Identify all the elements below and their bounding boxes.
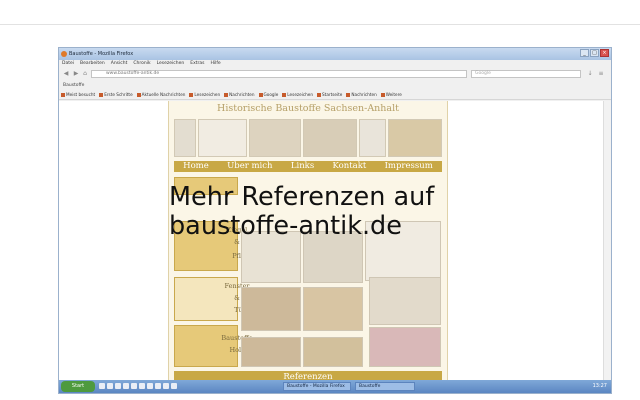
quicklaunch-icon[interactable]	[107, 383, 113, 389]
quicklaunch-icon[interactable]	[139, 383, 145, 389]
taskbar-clock: 13:27	[592, 383, 607, 389]
quicklaunch-icon[interactable]	[115, 383, 121, 389]
bookmark-item[interactable]: Lesezeichen	[189, 90, 220, 99]
firefox-icon	[61, 51, 67, 57]
close-icon[interactable]: ×	[600, 49, 609, 57]
website-page: Historische Baustoffe Sachsen-Anhalt Hom…	[168, 101, 448, 383]
taskbar-item-baustoffe[interactable]: Baustoffe	[355, 382, 415, 391]
bookmark-icon	[224, 92, 229, 97]
bookmark-icon	[282, 92, 287, 97]
nav-links[interactable]: Links	[291, 161, 314, 172]
title-bar: Baustoffe - Mozilla Firefox _ □ ×	[59, 48, 611, 60]
window-title: Baustoffe - Mozilla Firefox	[69, 51, 134, 57]
sidebar-item-fenster[interactable]: Fenster & Türen	[174, 277, 254, 321]
header-image	[249, 119, 302, 157]
bookmark-icon	[380, 92, 385, 97]
start-button[interactable]: Start	[61, 381, 95, 392]
quicklaunch-icon[interactable]	[123, 383, 129, 389]
quicklaunch-icon[interactable]	[171, 383, 177, 389]
menu-item-hilfe[interactable]: Hilfe	[210, 60, 220, 68]
overlay-line-1: Mehr Referenzen auf	[169, 182, 435, 212]
overlay-line-2: baustoffe-antik.de	[169, 211, 402, 241]
bookmark-item[interactable]: Weitere	[380, 90, 402, 99]
taskbar-item-firefox[interactable]: Baustoffe - Mozilla Firefox	[283, 382, 351, 391]
header-image	[358, 119, 387, 157]
nav-ueber-mich[interactable]: Über mich	[227, 161, 272, 172]
tab-bar: Baustoffe	[59, 81, 611, 90]
bookmark-icon	[189, 92, 194, 97]
menu-item-extras[interactable]: Extras	[190, 60, 204, 68]
top-divider	[0, 24, 640, 25]
bookmark-item[interactable]: Aktuelle Nachrichten	[136, 90, 185, 99]
reference-photo	[241, 287, 301, 331]
nav-impressum[interactable]: Impressum	[385, 161, 433, 172]
search-input[interactable]: Google	[471, 70, 581, 78]
quicklaunch-icon[interactable]	[163, 383, 169, 389]
menu-item-chronik[interactable]: Chronik	[133, 60, 150, 68]
header-image	[174, 119, 196, 157]
bookmarks-toolbar: Meist besucht Erste Schritte Aktuelle Na…	[59, 90, 611, 100]
reference-photo	[369, 277, 441, 325]
header-images	[174, 119, 442, 157]
promo-overlay-text: Mehr Referenzen auf baustoffe-antik.de	[169, 183, 434, 241]
forward-icon[interactable]: ▶	[72, 70, 80, 78]
minimize-icon[interactable]: _	[580, 49, 589, 57]
bookmark-icon	[99, 92, 104, 97]
back-icon[interactable]: ◀	[62, 70, 70, 78]
quicklaunch-icon[interactable]	[147, 383, 153, 389]
maximize-icon[interactable]: □	[590, 49, 599, 57]
window-controls: _ □ ×	[580, 49, 609, 57]
header-image	[303, 119, 357, 157]
bookmark-item[interactable]: Lesezeichen	[282, 90, 313, 99]
quicklaunch-icon[interactable]	[155, 383, 161, 389]
menu-item-lesezeichen[interactable]: Lesezeichen	[157, 60, 185, 68]
bookmark-item[interactable]: Google	[258, 90, 278, 99]
bookmark-item[interactable]: Meist besucht	[61, 90, 95, 99]
menu-item-bearbeiten[interactable]: Bearbeiten	[80, 60, 105, 68]
quick-launch	[99, 383, 177, 389]
bookmark-item[interactable]: Erste Schritte	[99, 90, 133, 99]
nav-kontakt[interactable]: Kontakt	[333, 161, 367, 172]
page-viewport: Historische Baustoffe Sachsen-Anhalt Hom…	[59, 101, 611, 383]
nav-home[interactable]: Home	[183, 161, 209, 172]
navigation-toolbar: ◀ ▶ ⌂ www.baustoffe-antik.de Google ↓ ≡	[59, 68, 611, 80]
sidebar-item-holz[interactable]: Baustoffe Holz	[174, 325, 253, 367]
reference-photo	[303, 337, 363, 367]
header-image	[197, 119, 248, 157]
tab-baustoffe[interactable]: Baustoffe	[63, 83, 84, 88]
bookmark-icon	[61, 92, 65, 97]
menu-icon[interactable]: ≡	[597, 70, 605, 78]
menu-item-ansicht[interactable]: Ansicht	[111, 60, 128, 68]
quicklaunch-icon[interactable]	[131, 383, 137, 389]
bookmark-item[interactable]: Nachrichten	[224, 90, 255, 99]
home-icon[interactable]: ⌂	[81, 70, 89, 78]
bookmark-icon	[317, 92, 322, 97]
header-image	[388, 119, 442, 157]
menu-bar: Datei Bearbeiten Ansicht Chronik Lesezei…	[59, 60, 611, 68]
bookmark-icon	[258, 92, 263, 97]
reference-photo	[241, 337, 301, 367]
site-title: Historische Baustoffe Sachsen-Anhalt	[217, 103, 399, 114]
bookmark-icon	[346, 92, 351, 97]
bookmark-icon	[136, 92, 141, 97]
site-nav: Home Über mich Links Kontakt Impressum	[174, 161, 442, 172]
quicklaunch-icon[interactable]	[99, 383, 105, 389]
download-icon[interactable]: ↓	[586, 70, 594, 78]
url-bar[interactable]: www.baustoffe-antik.de	[91, 70, 467, 78]
bookmark-item[interactable]: Nachrichten	[346, 90, 377, 99]
reference-photo	[303, 287, 363, 331]
reference-photo	[369, 327, 441, 367]
bookmark-item[interactable]: Startseite	[317, 90, 342, 99]
vertical-scrollbar[interactable]	[603, 101, 611, 381]
menu-item-datei[interactable]: Datei	[62, 60, 74, 68]
taskbar: Start Baustoffe - Mozilla Firefox Bausto…	[59, 380, 611, 393]
